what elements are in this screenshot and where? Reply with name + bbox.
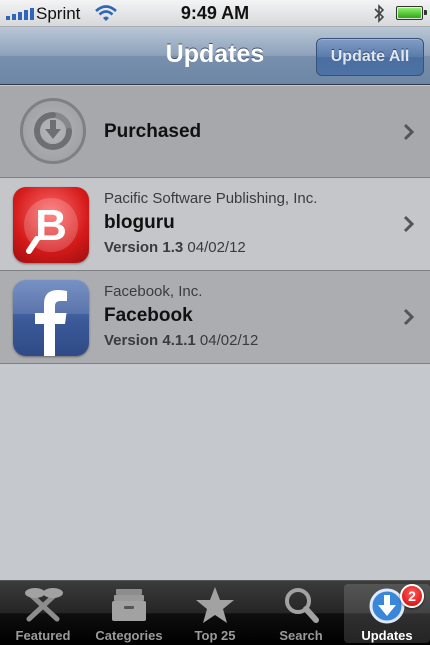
battery-icon <box>396 6 427 20</box>
chevron-right-icon <box>403 86 415 177</box>
search-icon <box>285 588 319 623</box>
tab-label: Top 25 <box>194 628 236 643</box>
star-icon <box>196 587 234 623</box>
update-all-button[interactable]: Update All <box>316 38 424 76</box>
tab-label: Categories <box>95 628 163 643</box>
app-version: Version 1.3 04/02/12 <box>104 239 246 256</box>
app-vendor: Facebook, Inc. <box>104 283 203 300</box>
app-name: Facebook <box>104 305 193 326</box>
app-vendor: Pacific Software Publishing, Inc. <box>104 190 318 207</box>
tab-bar: Featured Categories Top 25 Search 2 Upda… <box>0 580 430 645</box>
updates-list: Purchased B Pacific Software Publishing,… <box>0 86 430 364</box>
tab-search[interactable]: Search <box>258 581 344 645</box>
tab-label: Search <box>279 628 323 643</box>
app-name: bloguru <box>104 212 175 233</box>
tab-featured[interactable]: Featured <box>0 581 86 645</box>
status-time: 9:49 AM <box>180 3 250 23</box>
facebook-app-icon <box>13 280 89 356</box>
categories-icon <box>112 589 146 621</box>
tab-top-25[interactable]: Top 25 <box>172 581 258 645</box>
bloguru-app-icon: B <box>13 187 89 263</box>
app-release-date: 04/02/12 <box>199 332 259 349</box>
app-version-number: Version 1.3 <box>104 239 184 256</box>
app-version-number: Version 4.1.1 <box>104 332 196 349</box>
chevron-right-icon <box>403 271 415 363</box>
bluetooth-icon <box>374 4 385 23</box>
featured-icon <box>25 588 63 622</box>
app-version: Version 4.1.1 04/02/12 <box>104 332 258 349</box>
app-row-bloguru[interactable]: B Pacific Software Publishing, Inc. blog… <box>0 178 430 271</box>
tab-categories[interactable]: Categories <box>86 581 172 645</box>
navigation-bar: Updates Update All <box>0 27 430 85</box>
app-row-facebook[interactable]: Facebook, Inc. Facebook Version 4.1.1 04… <box>0 271 430 364</box>
tab-label: Featured <box>15 628 71 643</box>
updates-count-badge: 2 <box>400 584 424 608</box>
purchased-row[interactable]: Purchased <box>0 86 430 178</box>
purchased-download-icon <box>20 98 86 164</box>
purchased-label: Purchased <box>104 121 202 142</box>
app-release-date: 04/02/12 <box>187 239 246 256</box>
status-bar: Sprint 9:49 AM <box>0 0 430 27</box>
tab-updates[interactable]: 2 Updates <box>344 584 430 643</box>
chevron-right-icon <box>403 178 415 270</box>
svg-text:B: B <box>35 201 67 250</box>
tab-label: Updates <box>361 628 413 643</box>
